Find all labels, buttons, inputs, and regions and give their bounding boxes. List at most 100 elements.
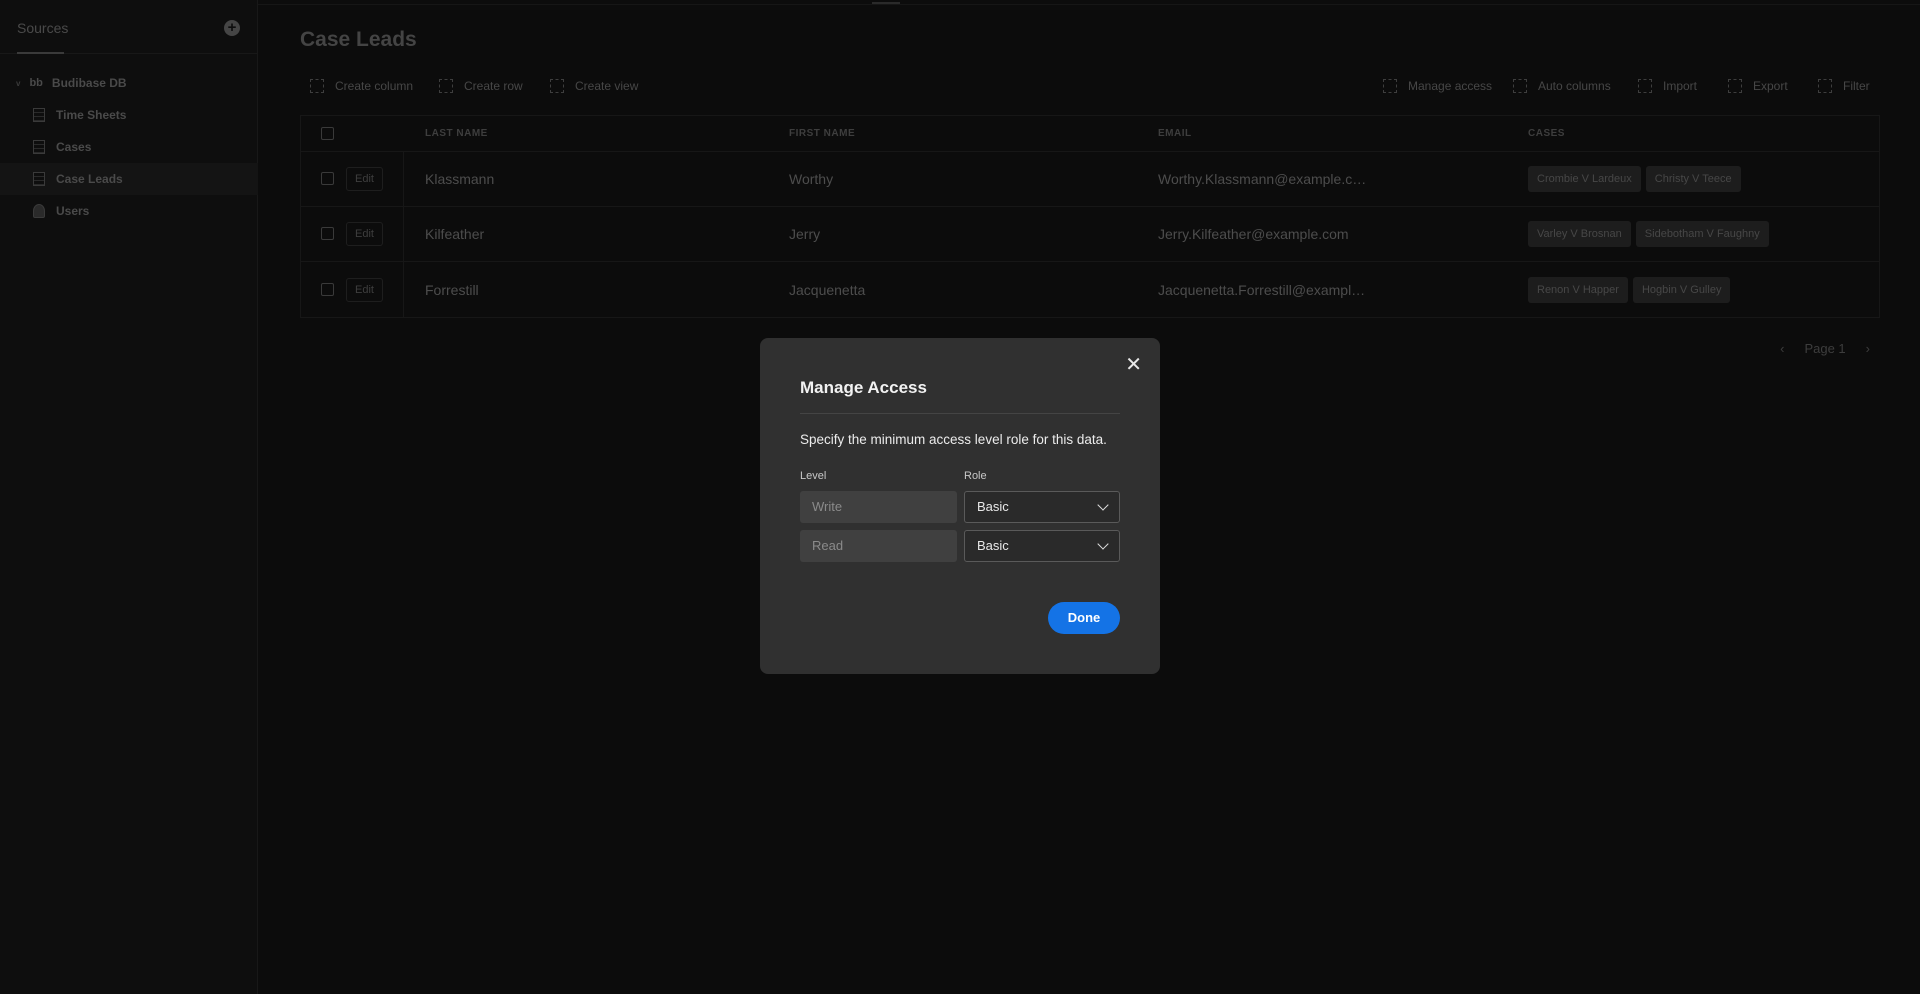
sidebar-item-label: Users xyxy=(56,204,90,218)
edit-row-button[interactable]: Edit xyxy=(346,167,383,191)
pagination: ‹ Page 1 › xyxy=(1780,341,1870,356)
add-view-icon xyxy=(550,79,564,93)
table-row[interactable]: Edit Forrestill Jacquenetta Jacquenetta.… xyxy=(301,262,1879,317)
cell-cases: Varley V Brosnan Sidebotham V Faughny xyxy=(1528,207,1774,261)
edit-row-button[interactable]: Edit xyxy=(346,222,383,246)
case-tag[interactable]: Varley V Brosnan xyxy=(1528,221,1631,247)
cell-last-name: Klassmann xyxy=(425,171,495,187)
row-checkbox[interactable] xyxy=(321,282,334,296)
case-tag[interactable]: Sidebotham V Faughny xyxy=(1635,221,1769,247)
cell-cases: Renon V Happer Hogbin V Gulley xyxy=(1528,262,1735,317)
chevron-down-icon[interactable]: v xyxy=(16,79,20,88)
column-divider xyxy=(403,262,404,317)
prev-page-icon[interactable]: ‹ xyxy=(1780,341,1784,356)
selected-role: Basic xyxy=(977,538,1009,553)
manage-access-modal: ✕ Manage Access Specify the minimum acce… xyxy=(760,338,1160,674)
table-row[interactable]: Edit Kilfeather Jerry Jerry.Kilfeather@e… xyxy=(301,207,1879,262)
cell-first-name: Jerry xyxy=(789,226,821,242)
manage-access-button[interactable]: Manage access xyxy=(1383,79,1492,93)
import-button[interactable]: Import xyxy=(1638,79,1697,93)
close-icon[interactable]: ✕ xyxy=(1125,352,1142,377)
button-label: Export xyxy=(1753,79,1788,93)
add-column-icon xyxy=(310,79,324,93)
button-label: Import xyxy=(1663,79,1698,93)
export-button[interactable]: Export xyxy=(1728,79,1788,93)
chevron-down-icon xyxy=(1097,538,1109,550)
datasource-budibase-db[interactable]: v bb Budibase DB xyxy=(0,67,258,99)
column-header-last-name[interactable]: LAST NAME xyxy=(425,116,488,151)
level-label: Level xyxy=(800,470,827,482)
role-select-read[interactable]: Basic xyxy=(964,530,1120,562)
sidebar-item-label: Time Sheets xyxy=(56,108,127,122)
page-title: Case Leads xyxy=(300,28,417,51)
cell-last-name: Kilfeather xyxy=(425,226,485,242)
table-icon xyxy=(33,172,45,186)
button-label: Create column xyxy=(335,79,414,93)
datasource-label: Budibase DB xyxy=(51,76,127,90)
eye-off-icon xyxy=(1513,79,1527,93)
users-icon xyxy=(33,204,45,218)
selected-role: Basic xyxy=(977,499,1009,514)
done-button[interactable]: Done xyxy=(1048,602,1120,634)
modal-title: Manage Access xyxy=(800,378,927,397)
tab-sources[interactable]: Sources xyxy=(17,20,68,36)
divider xyxy=(800,413,1120,414)
sidebar-item-time-sheets[interactable]: Time Sheets xyxy=(0,99,258,131)
button-label: Create row xyxy=(464,79,523,93)
button-label: Filter xyxy=(1843,79,1870,93)
row-checkbox[interactable] xyxy=(321,172,334,185)
budibase-icon: bb xyxy=(29,77,43,89)
sidebar-item-users[interactable]: Users xyxy=(0,195,258,227)
table-icon xyxy=(33,108,45,122)
column-divider xyxy=(403,152,404,206)
column-header-cases[interactable]: CASES xyxy=(1528,116,1565,151)
table-icon xyxy=(33,140,45,154)
cell-email: Jerry.Kilfeather@example.com xyxy=(1158,226,1349,242)
button-label: Manage access xyxy=(1408,79,1493,93)
edit-row-button[interactable]: Edit xyxy=(346,277,383,302)
button-label: Auto columns xyxy=(1538,79,1611,93)
create-view-button[interactable]: Create view xyxy=(550,79,638,93)
next-page-icon[interactable]: › xyxy=(1866,341,1870,356)
page-indicator: Page 1 xyxy=(1804,341,1846,356)
role-select-write[interactable]: Basic xyxy=(964,491,1120,523)
cell-email: Worthy.Klassmann@example.c… xyxy=(1158,171,1367,187)
export-icon xyxy=(1728,79,1742,93)
level-field-write: Write xyxy=(800,491,957,523)
add-source-icon[interactable]: + xyxy=(224,20,240,36)
auto-columns-button[interactable]: Auto columns xyxy=(1513,79,1611,93)
filter-icon xyxy=(1818,79,1832,93)
table-row[interactable]: Edit Klassmann Worthy Worthy.Klassmann@e… xyxy=(301,152,1879,207)
data-table: LAST NAME FIRST NAME EMAIL CASES Edit Kl… xyxy=(300,115,1880,318)
sidebar-item-label: Case Leads xyxy=(56,172,123,186)
role-label: Role xyxy=(964,470,987,482)
row-checkbox[interactable] xyxy=(321,227,334,240)
modal-description: Specify the minimum access level role fo… xyxy=(800,432,1107,447)
cell-first-name: Worthy xyxy=(789,171,834,187)
sidebar: Sources + v bb Budibase DB Time Sheets C… xyxy=(0,0,258,994)
column-divider xyxy=(403,207,404,261)
cell-first-name: Jacquenetta xyxy=(789,281,866,298)
sidebar-item-case-leads[interactable]: Case Leads xyxy=(0,163,258,195)
select-all-checkbox[interactable] xyxy=(321,126,334,140)
cell-last-name: Forrestill xyxy=(425,281,479,298)
case-tag[interactable]: Christy V Teece xyxy=(1645,166,1741,192)
import-icon xyxy=(1638,79,1652,93)
button-label: Create view xyxy=(575,79,639,93)
level-field-read: Read xyxy=(800,530,957,562)
case-tag[interactable]: Hogbin V Gulley xyxy=(1632,276,1731,303)
cell-cases: Crombie V Lardeux Christy V Teece xyxy=(1528,152,1746,206)
lock-icon xyxy=(1383,79,1397,93)
create-row-button[interactable]: Create row xyxy=(439,79,523,93)
add-row-icon xyxy=(439,79,453,93)
create-column-button[interactable]: Create column xyxy=(310,79,413,93)
case-tag[interactable]: Renon V Happer xyxy=(1528,276,1628,303)
case-tag[interactable]: Crombie V Lardeux xyxy=(1528,166,1641,192)
column-header-first-name[interactable]: FIRST NAME xyxy=(789,116,855,151)
cell-email: Jacquenetta.Forrestill@exampl… xyxy=(1158,281,1366,298)
sidebar-item-cases[interactable]: Cases xyxy=(0,131,258,163)
chevron-down-icon xyxy=(1097,499,1109,511)
table-header: LAST NAME FIRST NAME EMAIL CASES xyxy=(301,116,1879,152)
column-header-email[interactable]: EMAIL xyxy=(1158,116,1192,151)
filter-button[interactable]: Filter xyxy=(1818,79,1870,93)
